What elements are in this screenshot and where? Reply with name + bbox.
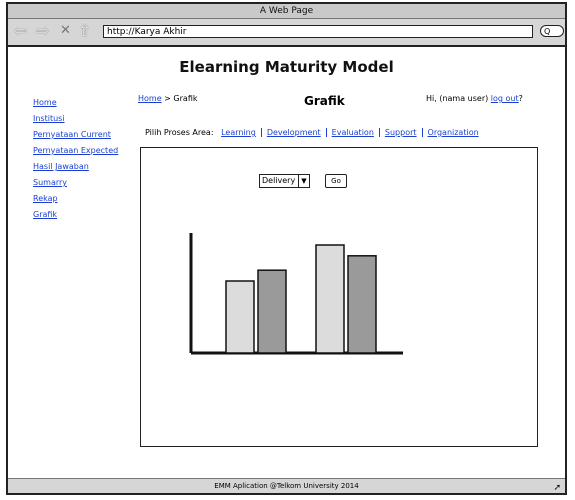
bar-group2-series1 [315, 244, 345, 354]
greeting-text: Hi, (nama user) [426, 94, 489, 103]
window-title: A Web Page [8, 4, 565, 19]
forward-arrow-icon[interactable]: ⇨ [36, 23, 49, 39]
bar-chart [189, 233, 403, 355]
bar-group2-series2 [347, 255, 377, 354]
browser-toolbar: ⇦ ⇨ ✕ ⇧ http://Karya Akhir Q [8, 19, 565, 47]
app-title: Elearning Maturity Model [179, 58, 394, 76]
bar-group1-series1 [225, 280, 255, 354]
footer: EMM Aplication @Telkom University 2014 [8, 478, 565, 493]
chevron-down-icon: ▼ [301, 177, 307, 185]
tab-development[interactable]: Development [261, 128, 327, 137]
tab-learning[interactable]: Learning [216, 128, 262, 137]
process-area-label: Pilih Proses Area: [145, 128, 214, 137]
breadcrumb-separator: > [164, 94, 171, 103]
page-title: Grafik [304, 94, 345, 108]
resize-handle-icon[interactable]: ➚ [553, 483, 561, 493]
sidebar-item-sumarry[interactable]: Sumarry [33, 178, 138, 187]
user-greeting: Hi, (nama user) log out? [426, 94, 523, 103]
sidebar-item-rekap[interactable]: Rekap [33, 194, 138, 203]
sidebar: Home Institusi Pernyataan Current Pernya… [33, 98, 138, 226]
home-icon[interactable]: ⇧ [78, 23, 91, 39]
sidebar-item-hasil-jawaban[interactable]: Hasil Jawaban [33, 162, 138, 171]
go-button[interactable]: Go [325, 174, 347, 188]
breadcrumb-home-link[interactable]: Home [138, 94, 162, 103]
close-icon[interactable]: ✕ [60, 23, 71, 39]
sidebar-item-pernyataan-expected[interactable]: Pernyataan Expected [33, 146, 138, 155]
process-dropdown[interactable]: Delivery ▼ [259, 174, 310, 188]
dropdown-value: Delivery [262, 175, 300, 187]
search-input[interactable]: Q [540, 25, 564, 37]
greeting-suffix: ? [518, 94, 523, 103]
sidebar-item-pernyataan-current[interactable]: Pernyataan Current [33, 130, 138, 139]
sidebar-item-institusi[interactable]: Institusi [33, 114, 138, 123]
tab-support[interactable]: Support [379, 128, 423, 137]
page-content: Elearning Maturity Model Home Institusi … [8, 46, 565, 479]
chart-panel: Delivery ▼ Go [140, 147, 538, 447]
tab-organization[interactable]: Organization [423, 128, 497, 137]
tab-evaluation[interactable]: Evaluation [326, 128, 380, 137]
breadcrumb-current: Grafik [173, 94, 198, 103]
logout-link[interactable]: log out [491, 94, 519, 103]
sidebar-item-grafik[interactable]: Grafik [33, 210, 138, 219]
back-arrow-icon[interactable]: ⇦ [14, 23, 27, 39]
browser-window: A Web Page ⇦ ⇨ ✕ ⇧ http://Karya Akhir Q … [6, 2, 567, 495]
breadcrumb: Home > Grafik [138, 94, 197, 103]
process-area-selector: Pilih Proses Area: Learning Development Ev… [145, 128, 497, 137]
sidebar-item-home[interactable]: Home [33, 98, 138, 107]
address-bar[interactable]: http://Karya Akhir [103, 25, 533, 38]
bar-group1-series2 [257, 269, 287, 354]
